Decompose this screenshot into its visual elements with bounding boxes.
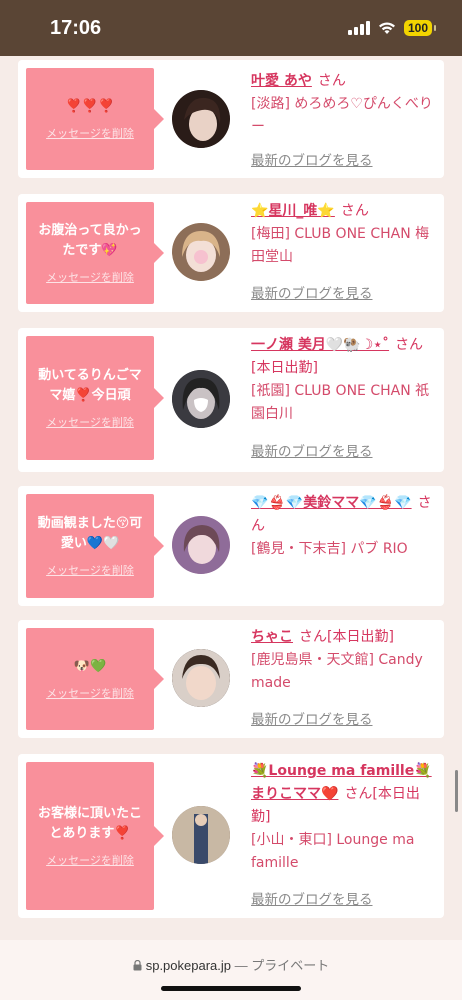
profile-info: 一ノ瀬 美月🤍🐏☽⋆˚ さん[本日出勤] [祇園] CLUB ONE CHAN 祇… <box>251 334 437 426</box>
avatar[interactable] <box>172 90 230 148</box>
avatar-photo <box>172 516 230 574</box>
wifi-icon <box>378 22 395 34</box>
shop-label: [小山・東口] Lounge ma famille <box>251 832 415 871</box>
delete-message-link[interactable]: メッセージを削除 <box>46 852 134 868</box>
status-icons: 100 <box>347 20 437 36</box>
message-bubble: 動いてるりんごママ嬉❣️今日頑 メッセージを削除 <box>26 336 164 460</box>
home-indicator[interactable] <box>161 986 301 991</box>
message-bubble: 動画観ました😚可愛い💙🤍 メッセージを削除 <box>26 494 164 598</box>
shop-label: [淡路] めろめろ♡ぴんくべりー <box>251 96 433 135</box>
delete-message-link[interactable]: メッセージを削除 <box>46 414 134 430</box>
delete-message-link[interactable]: メッセージを削除 <box>46 685 134 701</box>
delete-message-link[interactable]: メッセージを削除 <box>46 562 134 578</box>
message-bubble: ❣️❣️❣️ メッセージを削除 <box>26 68 164 170</box>
cast-name-link[interactable]: 一ノ瀬 美月🤍🐏☽⋆˚ <box>251 337 389 353</box>
honorific: さん <box>340 203 369 219</box>
profile-info: 💐Lounge ma famille💐 まりこママ❤️ さん[本日出勤] [小山・… <box>251 760 437 875</box>
profile-info: ⭐️星川_唯⭐️ さん [梅田] CLUB ONE CHAN 梅田堂山 <box>251 200 437 269</box>
cast-name-link[interactable]: 叶愛 あや <box>251 73 312 89</box>
latest-blog-link[interactable]: 最新のブログを見る <box>251 708 373 728</box>
message-bubble: お客様に頂いたことあります❣️ メッセージを削除 <box>26 762 164 910</box>
latest-blog-link[interactable]: 最新のブログを見る <box>251 282 373 302</box>
message-text: 動画観ました😚可愛い💙🤍 <box>37 516 143 551</box>
honorific: さん[本日出勤] <box>299 629 394 645</box>
message-text: お客様に頂いたことあります❣️ <box>37 806 142 841</box>
status-bar: 17:06 100 <box>0 0 462 56</box>
shop-label: [梅田] CLUB ONE CHAN 梅田堂山 <box>251 226 430 265</box>
profile-info: 💎👙💎美鈴ママ💎👙💎 さん [鶴見・下末吉] パブ RIO <box>251 492 437 561</box>
avatar-photo <box>172 370 230 428</box>
delete-message-link[interactable]: メッセージを削除 <box>46 269 134 285</box>
avatar-photo <box>172 806 230 864</box>
message-text: お腹治って良かったです💖 <box>38 223 142 258</box>
message-card: 動いてるりんごママ嬉❣️今日頑 メッセージを削除 一ノ瀬 美月🤍🐏☽⋆˚ さん[本… <box>18 328 444 472</box>
avatar-photo <box>172 223 230 281</box>
shop-label: [鹿児島県・天文館] Candy made <box>251 652 423 691</box>
message-text: 🐶💚 <box>73 659 107 674</box>
honorific: さん <box>317 73 346 89</box>
message-card: ❣️❣️❣️ メッセージを削除 叶愛 あや さん [淡路] めろめろ♡ぴんくべりー… <box>18 60 444 178</box>
avatar[interactable] <box>172 806 230 864</box>
cast-name-link[interactable]: ⭐️星川_唯⭐️ <box>251 203 335 219</box>
url-display[interactable]: sp.pokepara.jp — プライベート <box>0 955 462 974</box>
avatar[interactable] <box>172 649 230 707</box>
url-domain: sp.pokepara.jp <box>145 958 231 973</box>
avatar[interactable] <box>172 370 230 428</box>
profile-info: 叶愛 あや さん [淡路] めろめろ♡ぴんくべりー <box>251 70 437 139</box>
latest-blog-link[interactable]: 最新のブログを見る <box>251 888 373 908</box>
cellular-signal-icon <box>347 21 370 35</box>
status-time: 17:06 <box>50 17 102 39</box>
latest-blog-link[interactable]: 最新のブログを見る <box>251 440 373 460</box>
battery-icon: 100 <box>403 20 437 36</box>
message-bubble: 🐶💚 メッセージを削除 <box>26 628 164 730</box>
url-separator: — <box>234 958 248 973</box>
message-text: 動いてるりんごママ嬉❣️今日頑 <box>38 368 142 403</box>
shop-label: [祇園] CLUB ONE CHAN 祇園白川 <box>251 383 430 422</box>
avatar[interactable] <box>172 223 230 281</box>
message-card: お腹治って良かったです💖 メッセージを削除 ⭐️星川_唯⭐️ さん [梅田] CL… <box>18 194 444 312</box>
cast-name-link[interactable]: ちゃこ <box>251 629 293 645</box>
delete-message-link[interactable]: メッセージを削除 <box>46 125 134 141</box>
message-text: ❣️❣️❣️ <box>65 99 115 114</box>
scrollbar-thumb[interactable] <box>455 770 458 812</box>
message-card: お客様に頂いたことあります❣️ メッセージを削除 💐Lounge ma fami… <box>18 754 444 918</box>
cast-name-link[interactable]: 💎👙💎美鈴ママ💎👙💎 <box>251 495 412 511</box>
avatar[interactable] <box>172 516 230 574</box>
message-card: 🐶💚 メッセージを削除 ちゃこ さん[本日出勤] [鹿児島県・天文館] Candy… <box>18 620 444 738</box>
message-bubble: お腹治って良かったです💖 メッセージを削除 <box>26 202 164 304</box>
browser-url-bar[interactable]: sp.pokepara.jp — プライベート <box>0 940 462 1000</box>
lock-icon <box>133 959 142 971</box>
private-label: プライベート <box>251 958 330 973</box>
profile-info: ちゃこ さん[本日出勤] [鹿児島県・天文館] Candy made <box>251 626 437 695</box>
shop-label: [鶴見・下末吉] パブ RIO <box>251 541 408 557</box>
message-card: 動画観ました😚可愛い💙🤍 メッセージを削除 💎👙💎美鈴ママ💎👙💎 さん [鶴見・下… <box>18 486 444 606</box>
avatar-photo <box>172 90 230 148</box>
latest-blog-link[interactable]: 最新のブログを見る <box>251 149 373 169</box>
avatar-photo <box>172 649 230 707</box>
